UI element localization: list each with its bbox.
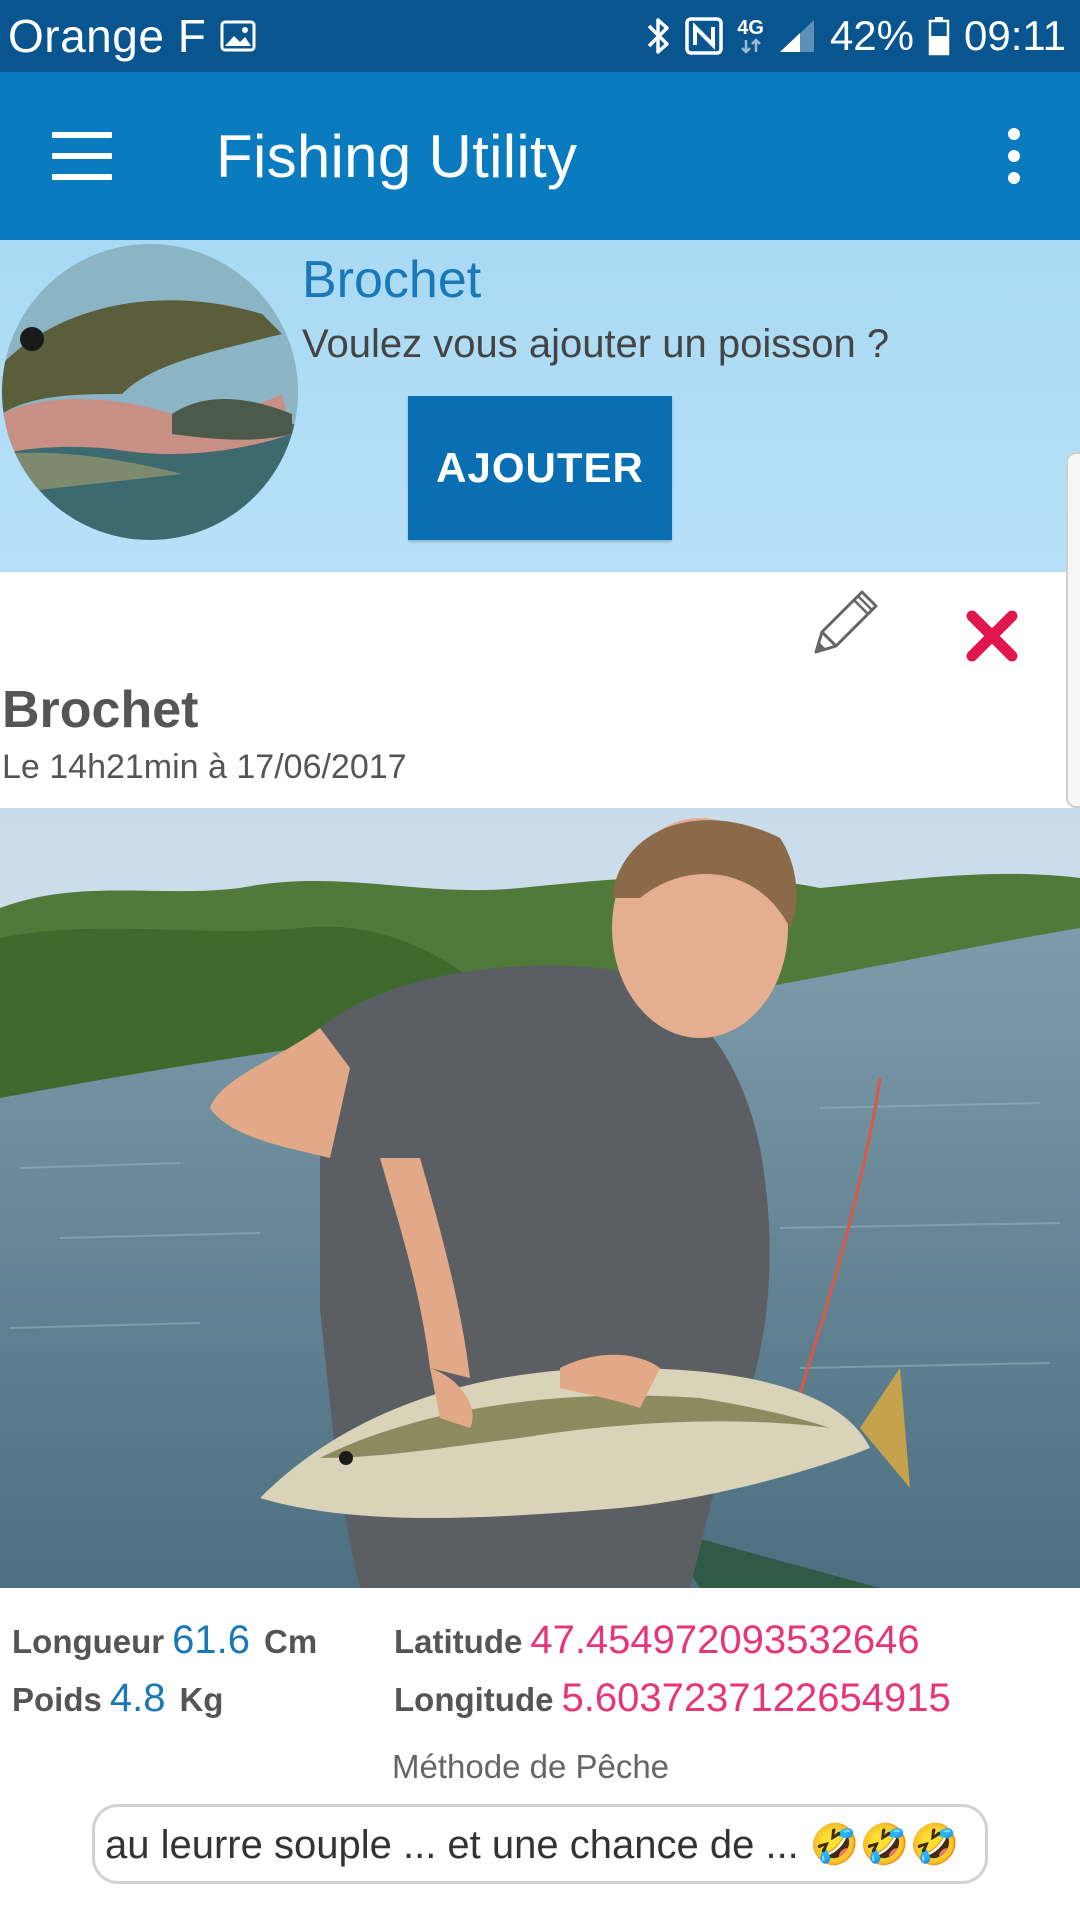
catch-card: Brochet Le 14h21min à 17/06/2017 Longueu… [0, 572, 1080, 1920]
battery-icon [928, 16, 950, 56]
catch-title: Brochet [2, 681, 199, 739]
latitude-label: Latitude [394, 1623, 523, 1660]
clock: 09:11 [964, 12, 1066, 59]
close-icon[interactable] [962, 606, 1022, 666]
battery-percent: 42% [829, 12, 914, 59]
length-label: Longueur [12, 1623, 165, 1660]
method-field[interactable]: au leurre souple ... et une chance de ..… [92, 1804, 988, 1884]
more-vert-icon[interactable] [1000, 128, 1028, 184]
species-title: Brochet [302, 251, 482, 309]
app-bar: Fishing Utility [0, 72, 1080, 240]
species-avatar [2, 244, 298, 540]
app-title: Fishing Utility [216, 123, 578, 190]
length-unit: Cm [264, 1623, 318, 1660]
bluetooth-icon [645, 16, 671, 56]
method-label: Méthode de Pêche [392, 1748, 670, 1785]
length-stat: Longueur 61.6 Cm [12, 1618, 317, 1663]
longitude-stat: Longitude 5.6037237122654915 [394, 1676, 951, 1721]
latitude-stat: Latitude 47.454972093532646 [394, 1618, 920, 1663]
carrier-name: Orange F [8, 10, 207, 62]
weight-stat: Poids 4.8 Kg [12, 1676, 223, 1721]
weight-unit: Kg [179, 1681, 224, 1718]
longitude-label: Longitude [394, 1681, 554, 1718]
nfc-icon [685, 17, 723, 55]
catch-stats: Longueur 61.6 Cm Poids 4.8 Kg Latitude 4… [0, 1618, 1080, 1758]
catch-photo[interactable] [0, 808, 1080, 1588]
add-fish-panel: Brochet Voulez vous ajouter un poisson ?… [0, 240, 1080, 572]
catch-date: Le 14h21min à 17/06/2017 [2, 748, 407, 786]
add-button[interactable]: AJOUTER [408, 396, 672, 540]
longitude-value: 5.6037237122654915 [561, 1676, 951, 1720]
status-bar: Orange F 4G 42% 09:11 [0, 0, 1080, 72]
hamburger-icon[interactable] [52, 132, 112, 180]
signal-icon [778, 18, 816, 54]
pencil-icon[interactable] [806, 582, 886, 662]
edge-panel-handle[interactable] [1066, 452, 1080, 808]
network-type: 4G [737, 18, 764, 54]
weight-value: 4.8 [109, 1676, 166, 1720]
length-value: 61.6 [172, 1618, 251, 1662]
weight-label: Poids [12, 1681, 102, 1718]
add-fish-question: Voulez vous ajouter un poisson ? [302, 322, 890, 366]
image-icon [220, 20, 256, 52]
latitude-value: 47.454972093532646 [530, 1618, 920, 1662]
